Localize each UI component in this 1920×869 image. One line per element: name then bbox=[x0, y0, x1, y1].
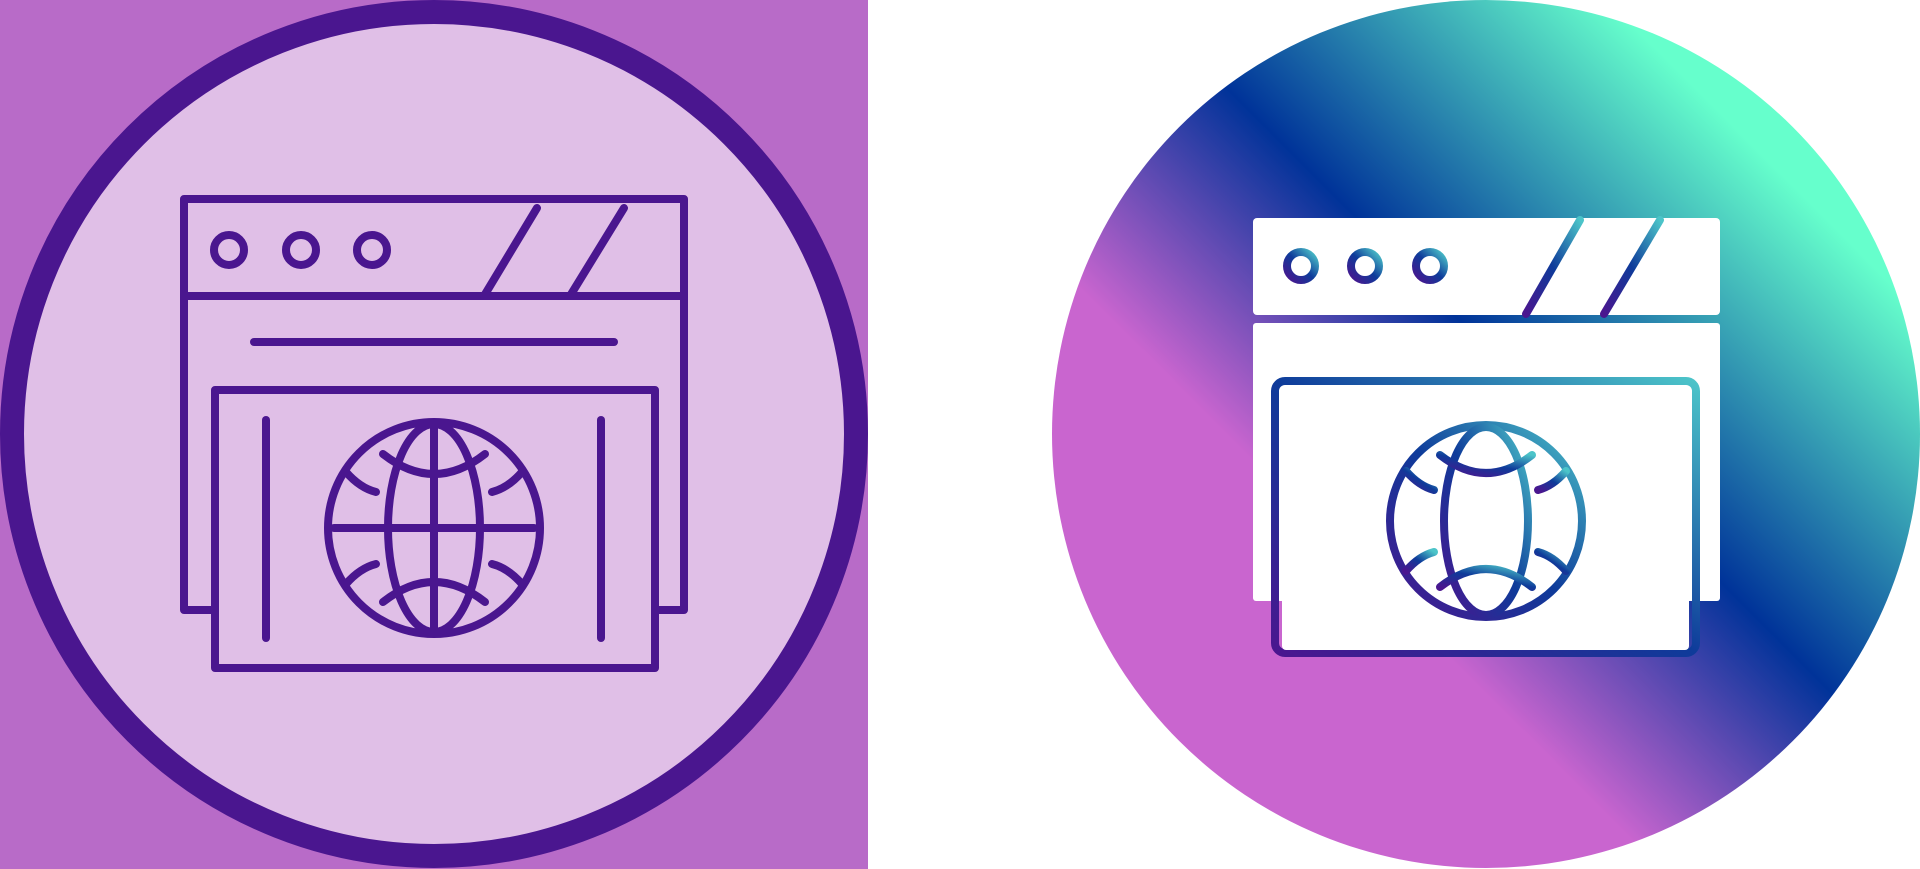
browser-globe-icon bbox=[1052, 0, 1920, 868]
icon-comparison-canvas bbox=[0, 0, 1920, 869]
globe-icon bbox=[324, 418, 544, 638]
gradient-style-icon-tile bbox=[1052, 0, 1920, 869]
globe-icon bbox=[1386, 421, 1586, 621]
line-style-icon-tile bbox=[0, 0, 868, 869]
browser-globe-icon bbox=[0, 0, 868, 869]
